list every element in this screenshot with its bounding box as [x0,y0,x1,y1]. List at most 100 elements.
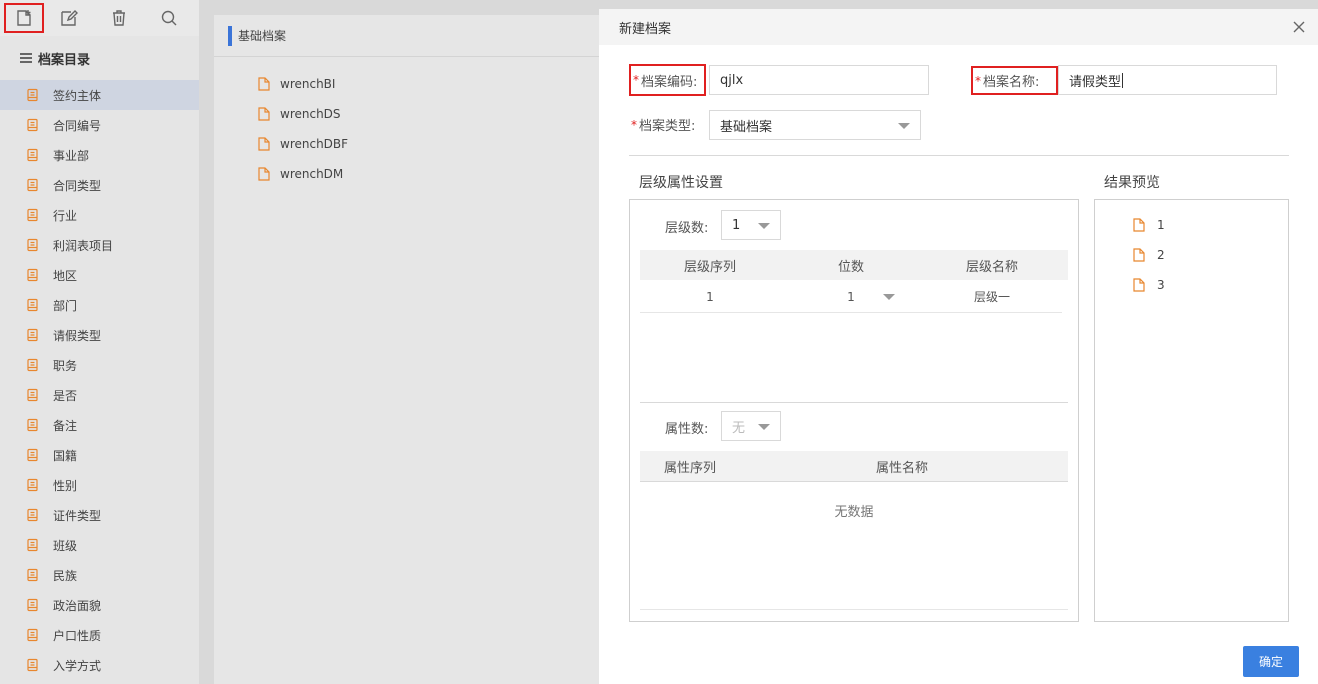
document-icon [27,178,38,192]
document-icon [27,88,38,102]
search-icon [161,10,177,26]
level-settings-panel: 层级数: 1 层级序列 位数 层级名称 1 1 层级一 属性数: 无 属性序列 … [629,199,1079,622]
preview-item[interactable]: 2 [1133,248,1165,262]
catalog-list: 签约主体 合同编号事业部合同类型行业利润表项目地区部门请假类型职务是否 备注 国籍性别… [0,80,199,680]
section-divider [640,402,1068,403]
new-file-icon [17,10,31,26]
sidebar-item[interactable]: 行业 [0,200,199,230]
type-label-row: * 档案类型: [631,115,695,135]
file-label: wrenchDS [280,107,341,121]
trash-icon [113,10,125,26]
sidebar-item[interactable]: 性别 [0,470,199,500]
required-mark: * [633,73,639,87]
attr-count-select[interactable]: 无 [721,411,781,441]
sidebar-item-label: 合同类型 [53,178,102,193]
sidebar-item[interactable]: 地区 [0,260,199,290]
document-icon [27,658,38,672]
sidebar-item-label: 政治面貌 [53,598,102,613]
file-item[interactable]: wrenchDS [214,99,634,129]
level-section-title: 层级属性设置 [639,175,723,191]
document-icon [27,358,38,372]
close-button[interactable] [1290,18,1308,36]
sidebar-item[interactable]: 备注 [0,410,199,440]
panel-header: 基础档案 [214,15,634,57]
file-label: wrenchDM [280,167,344,181]
sidebar-item-label: 利润表项目 [53,238,114,253]
column-header: 属性名称 [875,460,928,476]
file-icon [1133,248,1145,262]
name-input[interactable]: 请假类型 [1058,65,1277,95]
sidebar-item-label: 证件类型 [53,508,102,523]
column-header: 位数 [837,259,864,275]
required-mark: * [631,117,637,132]
document-icon [27,568,38,582]
file-label: wrenchBI [280,77,336,91]
document-icon [27,598,38,612]
digits-select[interactable]: 1 [780,290,922,304]
empty-text: 无数据 [834,505,874,520]
column-header: 层级序列 [683,259,736,275]
new-archive-button[interactable] [4,3,44,33]
sidebar-item[interactable]: 部门 [0,290,199,320]
edit-button[interactable] [44,0,94,36]
document-icon [27,508,38,522]
sidebar-item[interactable]: 是否 [0,380,199,410]
file-item[interactable]: wrenchBI [214,69,634,99]
level-count-label: 层级数: [665,221,709,236]
sidebar-item-label: 班级 [53,538,78,553]
dialog-title: 新建档案 [619,21,672,37]
attr-table-header: 属性序列 属性名称 [640,451,1068,481]
file-icon [258,137,270,151]
sidebar-item[interactable]: 证件类型 [0,500,199,530]
sidebar-item-label: 性别 [53,478,78,493]
sidebar-item[interactable]: 请假类型 [0,320,199,350]
sidebar-item[interactable]: 签约主体 [0,80,199,110]
sidebar-item[interactable]: 事业部 [0,140,199,170]
name-label: 档案名称: [983,75,1040,90]
document-icon [27,298,38,312]
sidebar-item[interactable]: 政治面貌 [0,590,199,620]
confirm-button[interactable]: 确定 [1243,646,1299,677]
preview-item-label: 1 [1157,218,1165,232]
level-name-cell: 层级一 [973,290,1010,304]
sidebar-item-label: 部门 [53,298,78,313]
sidebar-item[interactable]: 户口性质 [0,620,199,650]
sidebar-item-label: 事业部 [53,148,90,163]
file-item[interactable]: wrenchDM [214,159,634,189]
sidebar-item[interactable]: 利润表项目 [0,230,199,260]
search-button[interactable] [144,0,194,36]
chevron-down-icon [758,424,770,430]
dialog-header: 新建档案 [599,9,1318,45]
preview-item[interactable]: 3 [1133,278,1165,292]
sidebar-item[interactable]: 入学方式 [0,650,199,680]
sidebar-item[interactable]: 合同编号 [0,110,199,140]
file-icon [1133,278,1145,292]
preview-title: 结果预览 [1104,175,1160,191]
new-archive-dialog: 新建档案 * 档案编码: qjlx * 档案名称: 请假类型 * 档案类型: 基… [599,9,1318,684]
type-select[interactable]: 基础档案 [709,110,921,140]
sidebar-item-label: 职务 [53,358,78,373]
sidebar-item[interactable]: 班级 [0,530,199,560]
code-label-box: * 档案编码: [629,64,706,96]
sidebar-item[interactable]: 职务 [0,350,199,380]
document-icon [27,448,38,462]
menu-icon [20,51,32,65]
code-input[interactable]: qjlx [709,65,929,95]
file-icon [258,107,270,121]
document-icon [27,418,38,432]
column-header: 层级名称 [965,259,1018,275]
edit-icon [61,10,78,26]
sidebar-item[interactable]: 民族 [0,560,199,590]
sidebar-item[interactable]: 国籍 [0,440,199,470]
catalog-title-label: 档案目录 [38,52,91,68]
panel-title: 基础档案 [238,29,287,43]
sidebar-item[interactable]: 合同类型 [0,170,199,200]
preview-item[interactable]: 1 [1133,218,1165,232]
file-item[interactable]: wrenchDBF [214,129,634,159]
level-count-select[interactable]: 1 [721,210,781,240]
delete-button[interactable] [94,0,144,36]
table-header-border [640,481,1068,482]
table-row: 1 1 层级一 [640,281,1062,313]
code-label: 档案编码: [641,74,698,90]
name-label-box: * 档案名称: [971,66,1058,95]
